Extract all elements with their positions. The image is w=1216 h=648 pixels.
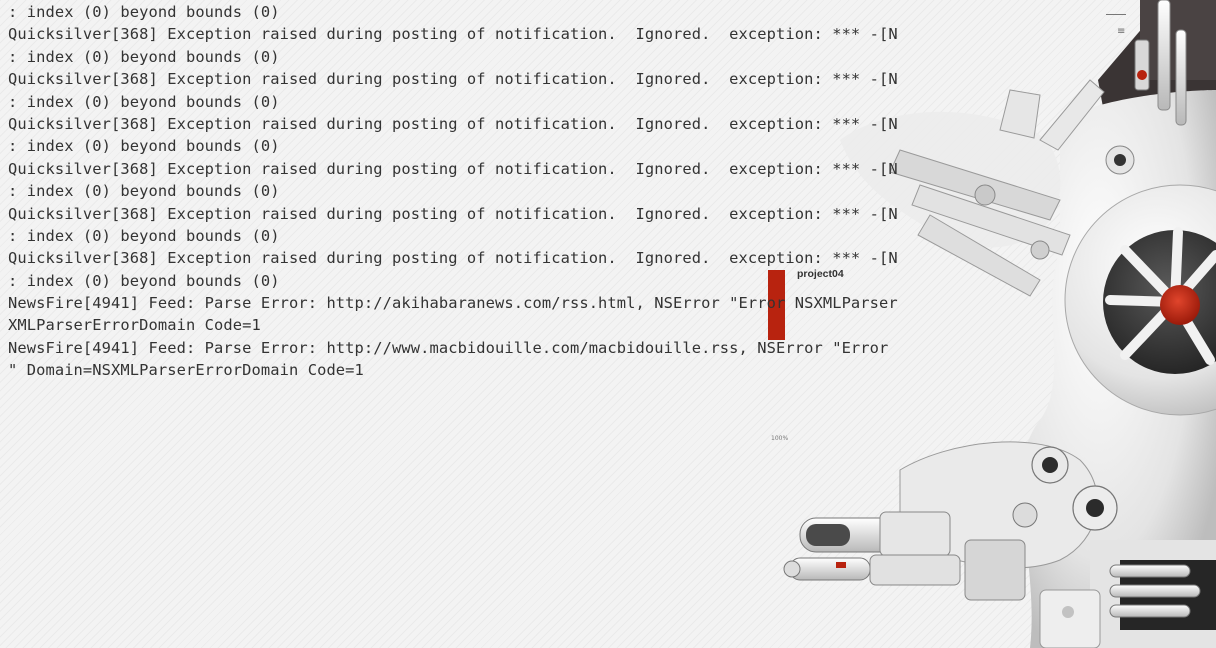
- log-line: : index (0) beyond bounds (0): [8, 182, 280, 201]
- log-line: Quicksilver[368] Exception raised during…: [8, 249, 898, 268]
- log-line: " Domain=NSXMLParserErrorDomain Code=1: [8, 361, 364, 380]
- log-line: : index (0) beyond bounds (0): [8, 3, 280, 21]
- log-line: Quicksilver[368] Exception raised during…: [8, 159, 898, 178]
- log-line: : index (0) beyond bounds (0): [8, 137, 280, 156]
- console-log: : index (0) beyond bounds (0) Quicksilver…: [8, 1, 1078, 382]
- scroll-indicator[interactable]: ≡: [1104, 10, 1126, 42]
- log-line: NewsFire[4941] Feed: Parse Error: http:/…: [8, 294, 898, 313]
- log-line: : index (0) beyond bounds (0): [8, 92, 280, 111]
- log-line: Quicksilver[368] Exception raised during…: [8, 204, 898, 223]
- log-line: Quicksilver[368] Exception raised during…: [8, 114, 898, 133]
- log-line: Quicksilver[368] Exception raised during…: [8, 70, 898, 89]
- log-line: : index (0) beyond bounds (0): [8, 226, 280, 245]
- log-line: : index (0) beyond bounds (0): [8, 271, 280, 290]
- log-line: : index (0) beyond bounds (0): [8, 47, 280, 66]
- scroll-bar-line: [1106, 14, 1126, 15]
- grip-icon[interactable]: ≡: [1117, 27, 1125, 37]
- zoom-hint: 100%: [771, 435, 789, 442]
- log-line: NewsFire[4941] Feed: Parse Error: http:/…: [8, 338, 889, 357]
- log-line: Quicksilver[368] Exception raised during…: [8, 25, 898, 44]
- log-line: XMLParserErrorDomain Code=1: [8, 316, 261, 335]
- desktop: : index (0) beyond bounds (0) Quicksilver…: [0, 0, 1216, 648]
